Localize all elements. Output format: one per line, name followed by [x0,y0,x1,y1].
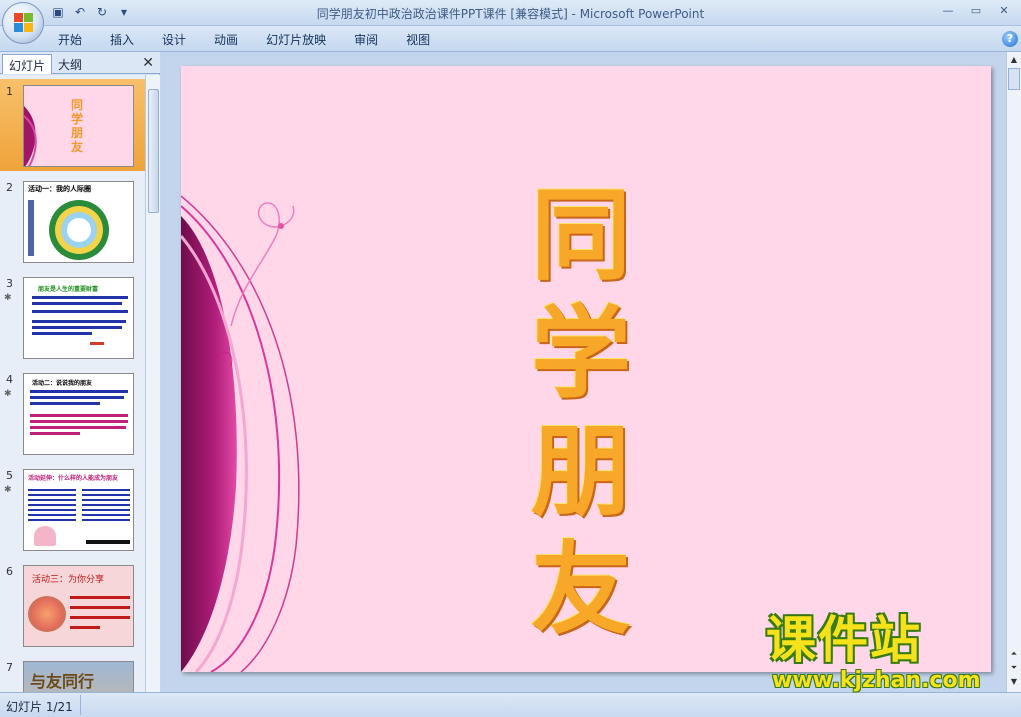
slide-thumbnail-3[interactable]: 3 ✱ 朋友是人生的重要财富 [0,271,145,363]
pane-scrollbar[interactable] [145,75,160,692]
watermark-logo: 课件站 www.kjzhan.com [766,611,1016,693]
animation-icon: ✱ [4,293,12,303]
help-icon[interactable]: ? [1002,31,1018,47]
slide-thumbnail-2[interactable]: 2 活动一：我的人际圈 [0,175,145,267]
title-bar: ▣ ↶ ↻ ▾ 同学朋友初中政治政治课件PPT课件 [兼容模式] - Micro… [0,0,1021,26]
maximize-button[interactable]: ▭ [963,2,989,20]
window-title: 同学朋友初中政治政治课件PPT课件 [兼容模式] - Microsoft Pow… [316,7,705,21]
thumbnail-image: 活动一：我的人际圈 [23,181,134,263]
tab-view[interactable]: 视图 [392,30,444,50]
ribbon-tabs: 开始 插入 设计 动画 幻灯片放映 审阅 视图 [44,30,444,50]
slide-title[interactable]: 同 学 朋 友 [511,176,651,648]
thumbnail-title: 活动三：为你分享 [32,575,105,585]
thumbnail-title: 活动二：说说我的朋友 [32,380,93,387]
thumbnail-number: 3 [6,277,13,290]
slide-counter: 幻灯片 1/21 [6,700,73,714]
animation-icon: ✱ [4,485,12,495]
thumbnail-image: 同学朋友 [23,85,134,167]
status-bar: 幻灯片 1/21 [0,692,1021,717]
watermark-url: www.kjzhan.com [772,668,981,693]
tab-slideshow[interactable]: 幻灯片放映 [252,30,340,50]
ribbon: 开始 插入 设计 动画 幻灯片放映 审阅 视图 ? [0,26,1021,52]
thumbnail-number: 7 [6,661,13,674]
thumbnail-diagram [28,200,109,260]
tab-review[interactable]: 审阅 [340,30,392,50]
title-char: 学 [531,294,631,412]
thumbnail-image: 与友同行 [23,661,134,692]
thumbnail-list: 1 同学朋友 2 活动一：我的人际圈 3 ✱ 朋友是人生的重要财富 4 ✱ 活动… [0,75,145,692]
thumbnail-title: 活动延伸：什么样的人能成为朋友 [28,475,119,482]
thumbnail-image: 活动延伸：什么样的人能成为朋友 [23,469,134,551]
thumbnail-number: 5 [6,469,13,482]
tab-design[interactable]: 设计 [148,30,200,50]
thumbnail-title: 活动一：我的人际圈 [28,185,91,193]
title-char: 友 [531,530,631,648]
pane-tabs: 幻灯片 大纲 ✕ [0,52,160,74]
slide-thumbnail-6[interactable]: 6 活动三：为你分享 [0,559,145,651]
tab-home[interactable]: 开始 [44,30,96,50]
window-controls: — ▭ ✕ [935,2,1017,20]
title-char: 同 [531,176,631,294]
thumbnail-number: 6 [6,565,13,578]
title-char: 朋 [531,412,631,530]
watermark-title: 课件站 [766,611,922,669]
slide-canvas[interactable]: 同 学 朋 友 [181,66,991,672]
slide-thumbnail-5[interactable]: 5 ✱ 活动延伸：什么样的人能成为朋友 [0,463,145,555]
thumbnail-number: 2 [6,181,13,194]
office-button[interactable] [2,2,44,44]
thumbnail-image: 活动二：说说我的朋友 [23,373,134,455]
tab-slides[interactable]: 幻灯片 [2,54,53,74]
slide-editor: 同 学 朋 友 [161,52,1006,692]
slides-pane: 幻灯片 大纲 ✕ 1 同学朋友 2 活动一：我的人际圈 3 ✱ 朋友是人生的重要… [0,52,160,692]
thumbnail-title: 与友同行 [30,672,95,691]
slide-thumbnail-4[interactable]: 4 ✱ 活动二：说说我的朋友 [0,367,145,459]
scroll-up-icon[interactable]: ▲ [1008,54,1020,66]
editor-scrollbar[interactable]: ▲ ⏶ ⏷ ▼ [1006,52,1021,692]
pane-scroll-thumb[interactable] [148,89,159,213]
thumbnail-image: 朋友是人生的重要财富 [23,277,134,359]
thumbnail-image: 活动三：为你分享 [23,565,134,647]
thumbnail-number: 4 [6,373,13,386]
tab-insert[interactable]: 插入 [96,30,148,50]
animation-icon: ✱ [4,389,12,399]
editor-scroll-thumb[interactable] [1008,68,1020,90]
close-button[interactable]: ✕ [991,2,1017,20]
tab-animations[interactable]: 动画 [200,30,252,50]
thumbnail-title: 朋友是人生的重要财富 [38,286,99,293]
close-pane-icon[interactable]: ✕ [142,55,154,71]
slide-thumbnail-7[interactable]: 7 与友同行 [0,655,145,692]
thumbnail-number: 1 [6,85,13,98]
tab-outline[interactable]: 大纲 [52,54,88,74]
status-divider [80,695,81,715]
slide-thumbnail-1[interactable]: 1 同学朋友 [0,79,145,171]
office-logo-icon [14,13,34,33]
thumbnail-title: 同学朋友 [70,98,83,154]
minimize-button[interactable]: — [935,2,961,20]
